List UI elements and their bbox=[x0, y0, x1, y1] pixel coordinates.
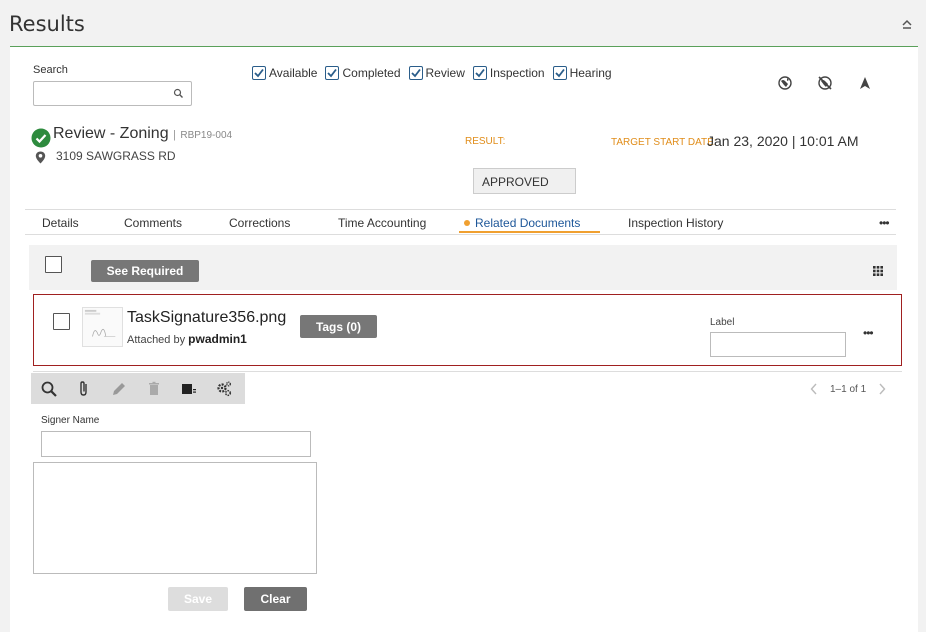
status-filters: Available Completed Review Inspection He… bbox=[252, 66, 620, 80]
checkbox-checked-icon[interactable] bbox=[408, 66, 423, 80]
search-icon[interactable] bbox=[173, 88, 184, 99]
tab-label: Related Documents bbox=[475, 216, 581, 230]
pencil-icon[interactable] bbox=[110, 380, 128, 398]
map-controls bbox=[777, 75, 897, 91]
location-pin-icon bbox=[35, 151, 46, 164]
filter-label: Completed bbox=[342, 66, 401, 80]
collapse-icon[interactable] bbox=[900, 16, 914, 32]
list-divider bbox=[33, 371, 902, 372]
tab-details[interactable]: Details bbox=[42, 216, 79, 230]
filter-label: Inspection bbox=[489, 66, 545, 80]
filter-inspection[interactable]: Inspection bbox=[472, 66, 545, 80]
grid-view-icon[interactable] bbox=[873, 266, 883, 276]
results-header: Results bbox=[0, 0, 926, 47]
search-input[interactable] bbox=[33, 81, 192, 106]
chevron-right-icon[interactable] bbox=[878, 383, 886, 395]
document-row[interactable]: TaskSignature356.png Attached by pwadmin… bbox=[33, 294, 902, 366]
result-select[interactable]: APPROVED bbox=[473, 168, 576, 194]
tab-inspection-history[interactable]: Inspection History bbox=[628, 216, 723, 230]
checkbox-checked-icon[interactable] bbox=[472, 66, 487, 80]
search-icon[interactable] bbox=[40, 380, 58, 398]
tab-corrections[interactable]: Corrections bbox=[229, 216, 290, 230]
paperclip-icon[interactable] bbox=[75, 380, 93, 398]
label-input[interactable] bbox=[710, 332, 846, 357]
search-label: Search bbox=[33, 64, 68, 76]
page: Results Search Available Completed Revie bbox=[0, 0, 926, 632]
check-circle-icon bbox=[31, 128, 51, 148]
checkbox-checked-icon[interactable] bbox=[552, 66, 567, 80]
tab-time-accounting[interactable]: Time Accounting bbox=[338, 216, 426, 230]
task-separator: | bbox=[173, 129, 176, 141]
more-tabs-button[interactable]: ••• bbox=[879, 216, 890, 230]
active-dot-icon bbox=[464, 220, 470, 226]
document-name[interactable]: TaskSignature356.png bbox=[127, 309, 286, 327]
filter-label: Review bbox=[425, 66, 465, 80]
active-tab-indicator bbox=[459, 231, 600, 233]
globe-icon[interactable] bbox=[777, 75, 793, 91]
checkbox-checked-icon[interactable] bbox=[325, 66, 340, 80]
chevron-left-icon[interactable] bbox=[810, 383, 818, 395]
task-title-line: Review - Zoning | RBP19-004 bbox=[53, 125, 232, 143]
signature-pad[interactable] bbox=[33, 462, 317, 574]
tags-button[interactable]: Tags (0) bbox=[300, 315, 377, 338]
document-checkbox[interactable] bbox=[53, 313, 70, 330]
task-address: 3109 SAWGRASS RD bbox=[56, 149, 176, 163]
select-all-checkbox[interactable] bbox=[45, 256, 62, 273]
attached-prefix: Attached by bbox=[127, 334, 186, 346]
globe-off-icon[interactable] bbox=[817, 75, 833, 91]
signer-name-input[interactable] bbox=[41, 431, 311, 457]
target-start-value: Jan 23, 2020 | 10:01 AM bbox=[707, 133, 859, 149]
task-id: RBP19-004 bbox=[180, 130, 233, 141]
task-title[interactable]: Review - Zoning bbox=[53, 125, 169, 142]
tab-comments[interactable]: Comments bbox=[124, 216, 182, 230]
signer-name-label: Signer Name bbox=[41, 415, 100, 426]
document-attached-by: Attached by pwadmin1 bbox=[127, 332, 247, 346]
navigate-arrow-icon[interactable] bbox=[857, 75, 873, 91]
pagination: 1–1 of 1 bbox=[810, 383, 886, 395]
pager-text: 1–1 of 1 bbox=[830, 383, 867, 395]
filter-completed[interactable]: Completed bbox=[325, 66, 401, 80]
results-card: Search Available Completed Review Inspec… bbox=[10, 47, 918, 632]
attached-user: pwadmin1 bbox=[188, 332, 247, 346]
filter-available[interactable]: Available bbox=[252, 66, 317, 80]
save-button[interactable]: Save bbox=[168, 587, 228, 611]
result-label: RESULT: bbox=[465, 136, 506, 147]
tab-related-documents[interactable]: Related Documents bbox=[464, 216, 580, 230]
see-required-button[interactable]: See Required bbox=[91, 260, 199, 282]
clear-button[interactable]: Clear bbox=[244, 587, 307, 611]
row-more-button[interactable]: ••• bbox=[863, 326, 874, 340]
target-start-label: TARGET START DATE: bbox=[611, 137, 717, 148]
document-dropdown-icon[interactable] bbox=[180, 380, 198, 398]
document-actions-bar bbox=[31, 373, 245, 404]
documents-toolbar: See Required bbox=[29, 245, 897, 290]
page-title: Results bbox=[9, 12, 85, 36]
label-field-label: Label bbox=[710, 317, 735, 328]
filter-label: Available bbox=[269, 66, 318, 80]
checkbox-checked-icon[interactable] bbox=[252, 66, 266, 80]
filter-hearing[interactable]: Hearing bbox=[552, 66, 612, 80]
tabs-bottom-divider bbox=[25, 234, 896, 235]
document-thumbnail[interactable] bbox=[82, 307, 123, 347]
filter-review[interactable]: Review bbox=[408, 66, 465, 80]
trash-icon[interactable] bbox=[145, 380, 163, 398]
settings-gears-icon[interactable] bbox=[215, 380, 233, 398]
filter-label: Hearing bbox=[569, 66, 612, 80]
